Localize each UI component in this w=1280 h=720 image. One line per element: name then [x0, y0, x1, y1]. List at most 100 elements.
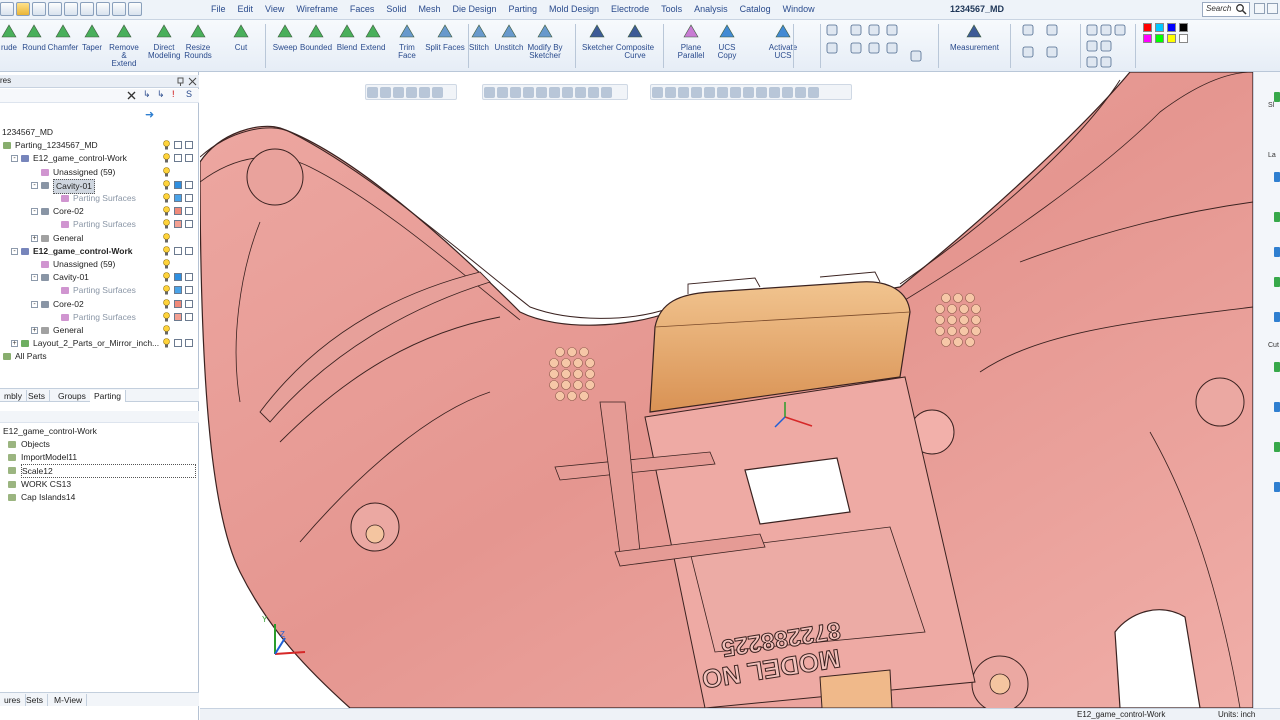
- object-list-item[interactable]: Cap Islands14: [0, 491, 199, 503]
- search-icon[interactable]: [1235, 3, 1247, 15]
- layer-swatch[interactable]: [185, 312, 193, 321]
- menu-die-design[interactable]: Die Design: [446, 3, 502, 15]
- layer-swatch[interactable]: [185, 246, 193, 255]
- tree-item[interactable]: - Cavity-01: [0, 178, 199, 194]
- sweep-button[interactable]: Sweep: [272, 22, 298, 52]
- dock-icon[interactable]: [1274, 277, 1280, 287]
- menu-mesh[interactable]: Mesh: [412, 3, 446, 15]
- arrow-right-icon[interactable]: ➜: [145, 108, 154, 121]
- layer-swatch[interactable]: [185, 286, 193, 295]
- visibility-bulb-icon[interactable]: [163, 285, 170, 295]
- tree-item[interactable]: - Core-02: [0, 298, 199, 311]
- visibility-bulb-icon[interactable]: [163, 153, 170, 163]
- visibility-bulb-icon[interactable]: [163, 259, 170, 269]
- composite-curve-button[interactable]: Composite Curve: [615, 22, 655, 60]
- close-button[interactable]: [1267, 3, 1278, 14]
- tool-6-icon[interactable]: [868, 42, 880, 54]
- tool-16-icon[interactable]: [1100, 40, 1112, 52]
- round-button[interactable]: Round: [20, 22, 48, 52]
- color-swatch[interactable]: [1155, 23, 1164, 32]
- color-swatch[interactable]: [174, 312, 182, 321]
- color-swatch[interactable]: [174, 220, 182, 229]
- resize-rounds-button[interactable]: Resize Rounds: [184, 22, 212, 60]
- object-list-item[interactable]: Scale12: [0, 464, 199, 479]
- blend-button[interactable]: Blend: [336, 22, 358, 52]
- color-swatch[interactable]: [1155, 34, 1164, 43]
- tree-item[interactable]: - Cavity-01: [0, 271, 199, 284]
- dock-icon[interactable]: [1274, 212, 1280, 222]
- rectangular-opening[interactable]: [744, 457, 851, 525]
- visibility-bulb-icon[interactable]: [163, 245, 170, 256]
- menu-view[interactable]: View: [259, 3, 290, 15]
- bottom-tab-2[interactable]: M-View: [50, 694, 88, 706]
- tool-18-icon[interactable]: [1100, 56, 1112, 68]
- layer-swatch[interactable]: [185, 220, 193, 229]
- tree-item[interactable]: Parting Surfaces: [0, 284, 199, 297]
- close-icon[interactable]: [127, 91, 136, 100]
- visibility-bulb-icon[interactable]: [163, 140, 170, 150]
- extend-button[interactable]: Extend: [360, 22, 386, 52]
- object-list-item[interactable]: ImportModel11: [0, 451, 199, 463]
- tree-item[interactable]: 1234567_MD: [0, 126, 199, 139]
- dock-icon[interactable]: [1274, 172, 1280, 182]
- color-swatch[interactable]: [1143, 23, 1152, 32]
- visibility-bulb-icon[interactable]: [163, 232, 170, 243]
- tree-item[interactable]: -Parting_1234567_MD: [0, 139, 199, 152]
- menu-tools[interactable]: Tools: [655, 3, 688, 15]
- ucs-copy-button[interactable]: UCS Copy: [711, 22, 743, 60]
- layer-swatch[interactable]: [185, 273, 193, 282]
- expand-toggle-icon[interactable]: -: [31, 208, 38, 216]
- visibility-bulb-icon[interactable]: [163, 179, 170, 190]
- close-panel-icon[interactable]: [188, 77, 197, 86]
- layer-swatch[interactable]: [185, 194, 193, 202]
- tool-13-icon[interactable]: [1100, 24, 1112, 36]
- save-icon[interactable]: [32, 2, 46, 16]
- visibility-bulb-icon[interactable]: [163, 272, 170, 282]
- expand-toggle-icon[interactable]: -: [31, 181, 38, 189]
- pin-icon[interactable]: [176, 77, 185, 86]
- tool-2-icon[interactable]: [868, 24, 880, 36]
- boss-left-top[interactable]: [246, 148, 304, 206]
- tree-item[interactable]: Parting Surfaces: [0, 218, 199, 231]
- measurement-button[interactable]: Measurement: [950, 22, 999, 52]
- remove-extend-button[interactable]: Remove & Extend: [106, 22, 142, 68]
- visibility-bulb-icon[interactable]: [163, 325, 170, 335]
- visibility-bulb-icon[interactable]: [163, 206, 170, 216]
- right-strip-label[interactable]: Sl: [1268, 102, 1274, 109]
- visibility-bulb-icon[interactable]: [163, 311, 170, 322]
- menu-wireframe[interactable]: Wireframe: [290, 3, 344, 15]
- menu-faces[interactable]: Faces: [344, 3, 381, 15]
- tree-item[interactable]: Unassigned (59): [0, 166, 199, 179]
- visibility-bulb-icon[interactable]: [163, 193, 170, 203]
- tool-10-icon[interactable]: [1022, 46, 1034, 58]
- tab-groups[interactable]: Groups: [54, 390, 91, 402]
- expand-toggle-icon[interactable]: -: [11, 247, 18, 255]
- expand-toggle-icon[interactable]: +: [31, 234, 38, 242]
- tool-12-icon[interactable]: [1086, 24, 1098, 36]
- menu-electrode[interactable]: Electrode: [605, 3, 655, 15]
- right-strip-label[interactable]: Cut: [1268, 342, 1279, 349]
- tree-tool-3-icon[interactable]: !: [172, 89, 175, 99]
- new-file-icon[interactable]: [0, 2, 14, 16]
- menu-file[interactable]: File: [205, 3, 232, 15]
- tool-7-icon[interactable]: [886, 42, 898, 54]
- dock-icon[interactable]: [1274, 482, 1280, 492]
- bottom-tab-1[interactable]: Sets: [22, 694, 49, 706]
- import-icon[interactable]: [64, 2, 78, 16]
- taper-button[interactable]: Taper: [80, 22, 104, 52]
- color-swatch[interactable]: [1143, 34, 1152, 43]
- minimize-button[interactable]: [1254, 3, 1265, 14]
- menu-analysis[interactable]: Analysis: [688, 3, 734, 15]
- menu-mold-design[interactable]: Mold Design: [543, 3, 605, 15]
- tool-3-icon[interactable]: [886, 24, 898, 36]
- tool-9-icon[interactable]: [1046, 24, 1058, 36]
- color-swatch[interactable]: [174, 286, 182, 295]
- color-swatch[interactable]: [174, 180, 182, 189]
- color-swatch[interactable]: [174, 154, 182, 163]
- tree-item[interactable]: Unassigned (59): [0, 258, 199, 271]
- object-list-item[interactable]: Objects: [0, 438, 199, 450]
- object-list-item[interactable]: WORK CS13: [0, 478, 199, 490]
- visibility-bulb-icon[interactable]: [163, 298, 170, 309]
- tree-tool-1-icon[interactable]: ↳: [143, 89, 151, 100]
- stitch-button[interactable]: Stitch: [468, 22, 490, 52]
